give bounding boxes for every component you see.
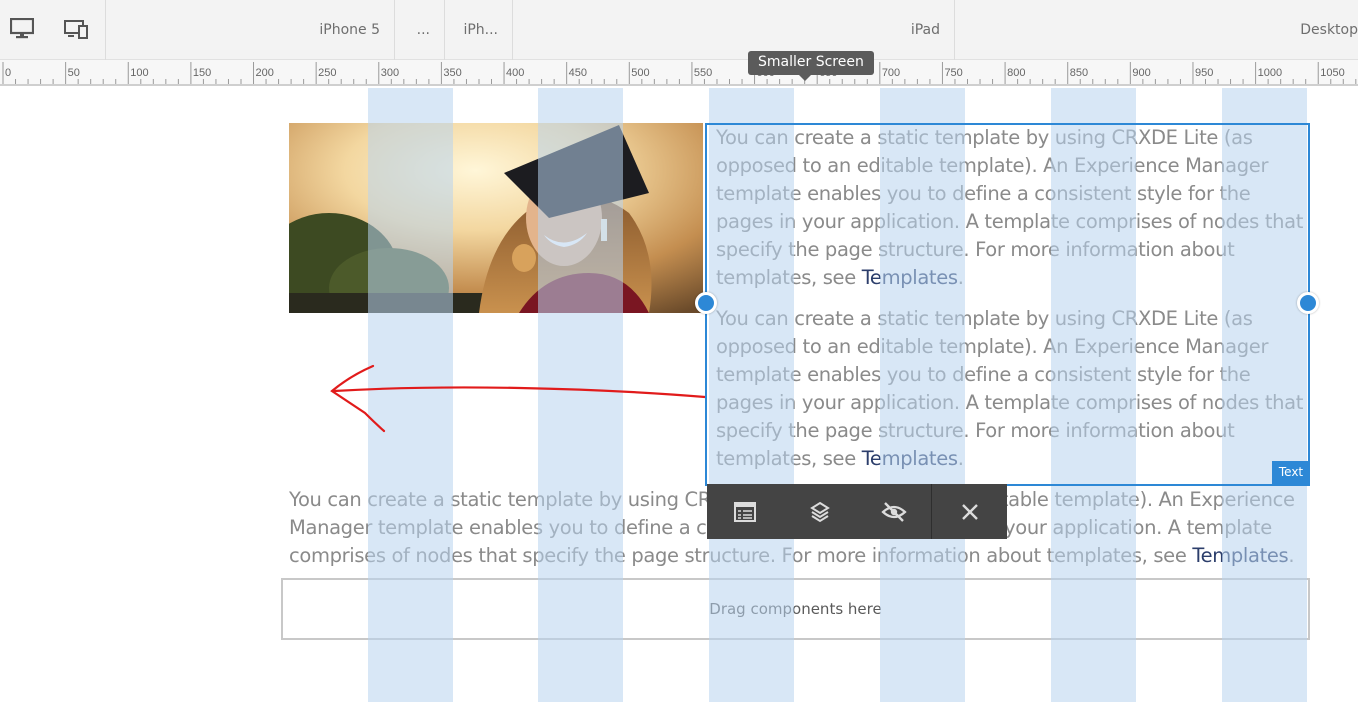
tooltip-pointer <box>799 75 811 81</box>
parent-button[interactable] <box>782 484 857 539</box>
ruler-label: 200 <box>256 67 274 79</box>
ruler-label: 900 <box>1132 67 1150 79</box>
ruler: 0501001502002503003504004505005506006507… <box>0 60 1358 86</box>
device-desktop[interactable]: Desktop <box>955 0 1358 60</box>
hide-icon <box>881 501 907 522</box>
close-icon <box>961 503 978 520</box>
device-iphone5-label: iPhone 5 <box>319 22 380 38</box>
monitor-icon[interactable] <box>6 14 38 44</box>
properties-icon <box>733 501 756 522</box>
device-desktop-label: Desktop <box>1300 22 1358 38</box>
device-ipad[interactable]: iPad <box>513 0 955 60</box>
ruler-label: 450 <box>569 67 587 79</box>
mode-buttons <box>0 0 106 60</box>
ruler-label: 700 <box>882 67 900 79</box>
ruler-label: 750 <box>944 67 962 79</box>
red-arrow-annotation <box>330 364 707 433</box>
resize-handle-left[interactable] <box>695 292 717 314</box>
ruler-label: 150 <box>193 67 211 79</box>
ruler-label: 1000 <box>1258 67 1282 79</box>
templates-link-3[interactable]: Templates <box>1192 544 1288 567</box>
device-more[interactable]: ... <box>395 0 445 60</box>
ruler-label: 50 <box>68 67 80 79</box>
ruler-label: 800 <box>1007 67 1025 79</box>
layers-icon <box>809 501 830 522</box>
device-iphone-label: iPh... <box>463 22 498 38</box>
ruler-label: 500 <box>631 67 649 79</box>
period: . <box>1288 544 1295 567</box>
selected-text-component[interactable] <box>705 123 1310 486</box>
ruler-label: 350 <box>443 67 461 79</box>
drag-components-dropzone[interactable]: Drag components here <box>281 578 1310 640</box>
resize-handle-right[interactable] <box>1297 292 1319 314</box>
smaller-screen-tooltip: Smaller Screen <box>748 51 874 75</box>
device-more-label: ... <box>416 22 430 38</box>
close-button[interactable] <box>932 484 1007 539</box>
ruler-label: 300 <box>381 67 399 79</box>
graduate-image[interactable] <box>289 123 703 313</box>
component-toolbar <box>707 484 1007 539</box>
ruler-label: 400 <box>506 67 524 79</box>
ruler-label: 250 <box>318 67 336 79</box>
ruler-label: 550 <box>694 67 712 79</box>
page-editor: iPhone 5 ... iPh... iPad Desktop 0 50 100 1… <box>0 0 1358 702</box>
dropzone-label: Drag components here <box>709 600 882 618</box>
component-type-badge: Text <box>1272 461 1310 486</box>
configure-button[interactable] <box>707 484 782 539</box>
ruler-label: 0 <box>5 67 11 79</box>
responsive-device-icon[interactable] <box>61 14 93 44</box>
device-ipad-label: iPad <box>910 22 940 38</box>
emulator-bar: iPhone 5 ... iPh... iPad Desktop <box>0 0 1358 60</box>
device-iphone5[interactable]: iPhone 5 <box>106 0 395 60</box>
ruler-label: 950 <box>1195 67 1213 79</box>
ruler-label: 100 <box>130 67 148 79</box>
page-canvas: You can create a static template by usin… <box>0 88 1358 702</box>
ruler-scale: 0501001502002503003504004505005506006507… <box>2 62 1357 84</box>
ruler-label: 850 <box>1070 67 1088 79</box>
ruler-label: 1050 <box>1320 67 1344 79</box>
device-iphone[interactable]: iPh... <box>445 0 513 60</box>
hide-component-button[interactable] <box>857 484 932 539</box>
